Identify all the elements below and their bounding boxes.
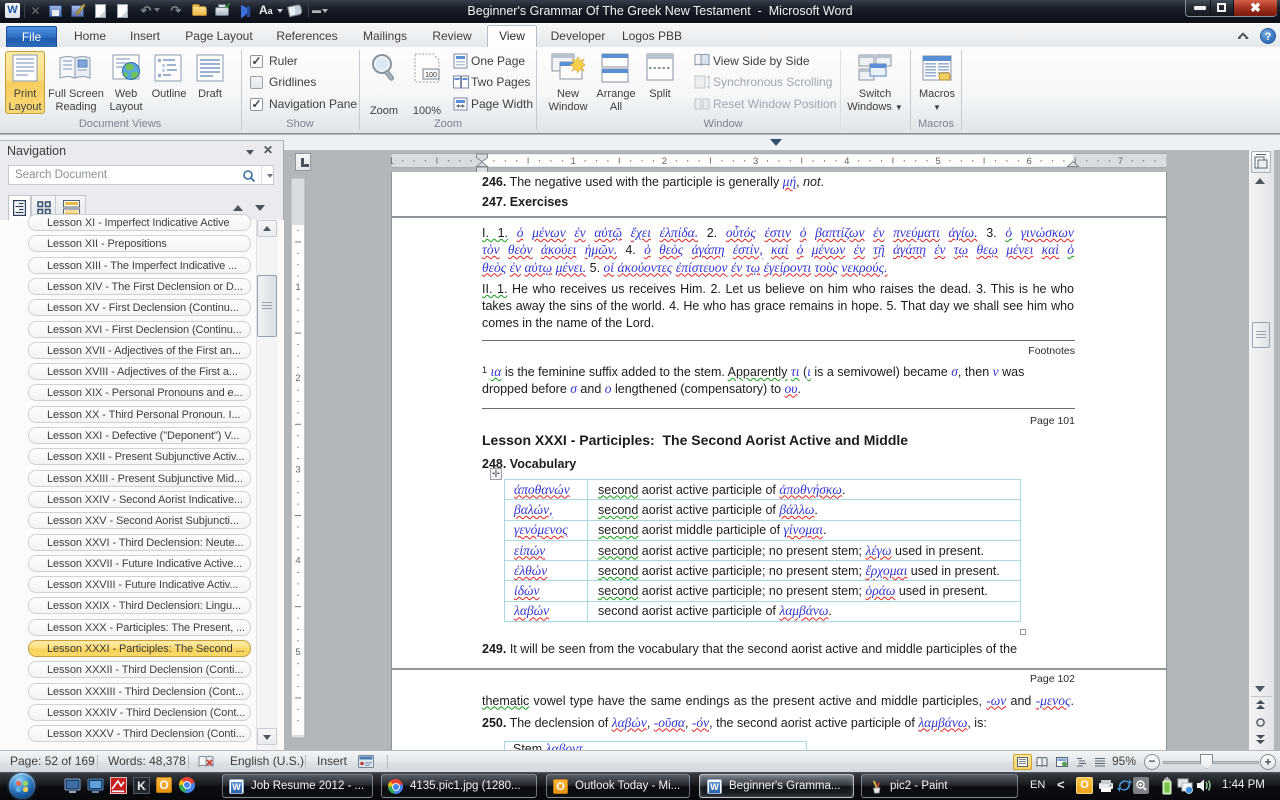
svg-text:1: 1 — [571, 156, 576, 167]
svg-text:4: 4 — [844, 156, 849, 167]
svg-text:2: 2 — [295, 373, 300, 384]
svg-text:3: 3 — [295, 464, 300, 475]
svg-text:7: 7 — [1118, 156, 1123, 167]
svg-text:4: 4 — [295, 556, 300, 567]
svg-text:1: 1 — [295, 282, 300, 293]
svg-text:6: 6 — [1027, 156, 1032, 167]
svg-text:5: 5 — [935, 156, 940, 167]
svg-text:1: 1 — [391, 156, 394, 167]
svg-text:3: 3 — [753, 156, 758, 167]
svg-text:K: K — [137, 779, 146, 793]
svg-text:5: 5 — [295, 647, 300, 658]
svg-text:100: 100 — [425, 72, 437, 79]
svg-text:2: 2 — [662, 156, 667, 167]
